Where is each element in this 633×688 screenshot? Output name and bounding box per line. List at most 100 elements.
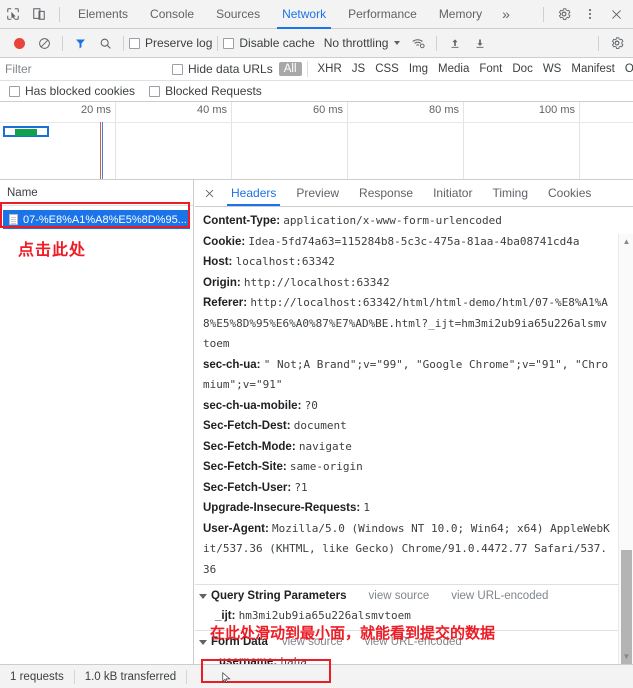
dom-content-loaded-marker: [100, 122, 101, 180]
filter-bar: Hide data URLs All XHR JS CSS Img Media …: [0, 58, 633, 81]
header-row: Sec-Fetch-User: ?1: [203, 478, 618, 499]
scrollbar-thumb[interactable]: [621, 550, 632, 664]
timeline-separator: [0, 122, 633, 123]
headers-scroll-area[interactable]: Content-Type: application/x-www-form-url…: [195, 207, 618, 664]
import-har-icon[interactable]: [442, 31, 467, 56]
tab-console[interactable]: Console: [139, 0, 205, 29]
tab-label: Sources: [216, 7, 260, 21]
header-value: http://localhost:63342: [244, 276, 390, 289]
device-toolbar-icon[interactable]: [26, 1, 52, 28]
gear-icon[interactable]: [551, 1, 577, 28]
filter-type-media[interactable]: Media: [433, 62, 474, 76]
resource-type-filters: All XHR JS CSS Img Media Font Doc WS Man…: [279, 61, 633, 77]
scroll-up-icon[interactable]: ▲: [619, 234, 633, 249]
timeline-tick: 100 ms: [464, 102, 580, 180]
close-icon[interactable]: [603, 1, 629, 28]
filter-type-ws[interactable]: WS: [538, 62, 567, 76]
throttling-dropdown[interactable]: No throttling: [324, 36, 401, 50]
search-input[interactable]: [0, 58, 158, 80]
tab-label: Timing: [492, 186, 528, 200]
timeline-tick-label: 40 ms: [197, 104, 227, 116]
throttling-value: No throttling: [324, 36, 389, 50]
filter-type-doc[interactable]: Doc: [507, 62, 537, 76]
filter-type-other[interactable]: Other: [620, 62, 633, 76]
tab-timing[interactable]: Timing: [482, 180, 538, 206]
tab-network[interactable]: Network: [271, 0, 337, 29]
detail-scrollbar[interactable]: ▲ ▼: [618, 234, 633, 664]
close-icon[interactable]: [197, 180, 221, 206]
header-row: Sec-Fetch-Site: same-origin: [203, 457, 618, 478]
header-value: ?0: [305, 399, 318, 412]
disable-cache-checkbox[interactable]: Disable cache: [223, 36, 314, 50]
header-row: Host: localhost:63342: [203, 252, 618, 273]
transferred-size: 1.0 kB transferred: [75, 671, 186, 683]
tab-cookies[interactable]: Cookies: [538, 180, 601, 206]
toolbar-divider: [123, 36, 124, 51]
tab-preview[interactable]: Preview: [286, 180, 349, 206]
record-button-icon[interactable]: [7, 31, 32, 56]
export-har-icon[interactable]: [467, 31, 492, 56]
view-url-encoded-link[interactable]: view URL-encoded: [451, 590, 548, 602]
scroll-down-icon[interactable]: ▼: [619, 649, 633, 664]
tab-performance[interactable]: Performance: [337, 0, 428, 29]
tab-response[interactable]: Response: [349, 180, 423, 206]
more-tabs-button[interactable]: »: [493, 0, 519, 29]
network-overview-timeline[interactable]: 20 ms 40 ms 60 ms 80 ms 100 ms: [0, 102, 633, 180]
filter-funnel-icon[interactable]: [68, 31, 93, 56]
filter-type-manifest[interactable]: Manifest: [566, 62, 619, 76]
filter-type-font[interactable]: Font: [474, 62, 507, 76]
header-key: Origin:: [203, 277, 241, 289]
query-string-parameters-header[interactable]: Query String Parameters view source view…: [195, 585, 618, 606]
table-row[interactable]: 07-%E8%A1%A8%E5%8D%95...: [3, 210, 190, 229]
tab-bar-actions: [536, 1, 633, 28]
toolbar-divider: [543, 7, 544, 22]
header-key: Sec-Fetch-Site:: [203, 461, 287, 473]
chevron-down-icon: [199, 640, 207, 645]
has-blocked-cookies-checkbox[interactable]: Has blocked cookies: [9, 84, 135, 98]
tab-elements[interactable]: Elements: [67, 0, 139, 29]
filter-type-xhr[interactable]: XHR: [313, 62, 347, 76]
tab-memory[interactable]: Memory: [428, 0, 493, 29]
tab-sources[interactable]: Sources: [205, 0, 271, 29]
tab-label: Cookies: [548, 186, 591, 200]
header-key: Sec-Fetch-User:: [203, 482, 291, 494]
network-conditions-icon[interactable]: [406, 31, 431, 56]
timeline-tick-label: 80 ms: [429, 104, 459, 116]
timeline-tick-label: 60 ms: [313, 104, 343, 116]
detail-body: Content-Type: application/x-www-form-url…: [195, 207, 633, 664]
hide-data-urls-checkbox[interactable]: Hide data URLs: [172, 62, 273, 76]
chevron-down-icon: [394, 41, 400, 45]
filter-type-img[interactable]: Img: [404, 62, 433, 76]
tab-label: Response: [359, 186, 413, 200]
header-key: Referer:: [203, 297, 247, 309]
more-tabs-label: »: [502, 6, 510, 22]
blocked-requests-checkbox[interactable]: Blocked Requests: [149, 84, 262, 98]
request-name: 07-%E8%A1%A8%E5%8D%95...: [23, 214, 187, 226]
filter-type-js[interactable]: JS: [347, 62, 370, 76]
tab-label: Memory: [439, 7, 482, 21]
gear-icon[interactable]: [604, 31, 629, 56]
filter-type-all[interactable]: All: [279, 62, 302, 76]
panel-tabs: Elements Console Sources Network Perform…: [67, 0, 519, 29]
header-row: Upgrade-Insecure-Requests: 1: [203, 498, 618, 519]
clear-icon[interactable]: [32, 31, 57, 56]
kebab-menu-icon[interactable]: [577, 1, 603, 28]
tab-label: Elements: [78, 7, 128, 21]
inspect-element-icon[interactable]: [0, 1, 26, 28]
view-source-link[interactable]: view source: [369, 590, 430, 602]
header-value: " Not;A Brand";v="99", "Google Chrome";v…: [203, 358, 608, 392]
timeline-tick: 20 ms: [0, 102, 116, 180]
header-row: Content-Type: application/x-www-form-url…: [203, 211, 618, 232]
search-icon[interactable]: [93, 31, 118, 56]
timeline-tick: 40 ms: [116, 102, 232, 180]
requests-column-header[interactable]: Name: [0, 180, 193, 206]
filter-type-css[interactable]: CSS: [370, 62, 404, 76]
devtools-window: Elements Console Sources Network Perform…: [0, 0, 633, 688]
tab-headers[interactable]: Headers: [221, 180, 286, 206]
toolbar-divider: [436, 36, 437, 51]
header-key: sec-ch-ua-mobile:: [203, 400, 301, 412]
tab-initiator[interactable]: Initiator: [423, 180, 482, 206]
header-key: Content-Type:: [203, 215, 280, 227]
preserve-log-checkbox[interactable]: Preserve log: [129, 36, 212, 50]
header-key: Host:: [203, 256, 232, 268]
